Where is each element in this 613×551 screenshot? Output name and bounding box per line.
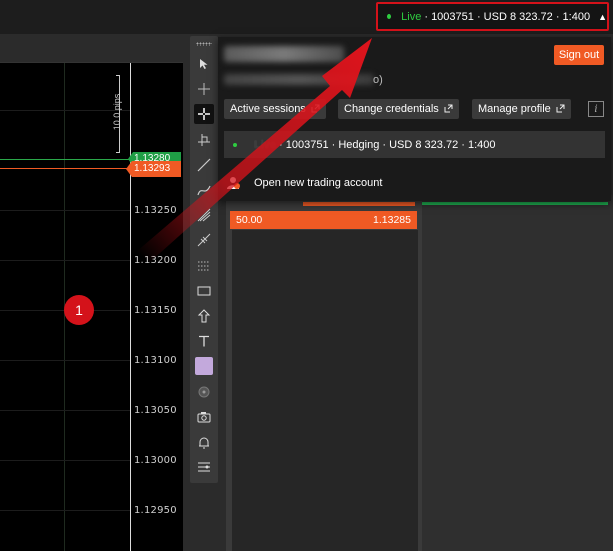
- open-new-account-link[interactable]: Open new trading account: [226, 174, 382, 192]
- move-icon[interactable]: [194, 104, 214, 124]
- color-swatch[interactable]: [195, 357, 213, 375]
- sell-depth-bar: [303, 202, 415, 206]
- active-sessions-label: Active sessions: [230, 103, 306, 115]
- account-selector[interactable]: Live · 1003751 · USD 8 323.72 · 1:400 ▲: [376, 2, 609, 31]
- manage-profile-button[interactable]: Manage profile: [472, 99, 571, 119]
- price-axis-label: 1.12950: [134, 505, 177, 516]
- bid-line: [0, 159, 130, 160]
- info-icon[interactable]: i: [588, 101, 604, 117]
- price-axis-label: 1.13100: [134, 355, 177, 366]
- pips-label: 10.0 pips: [112, 93, 122, 131]
- camera-icon[interactable]: [194, 407, 214, 427]
- text-icon[interactable]: [194, 331, 214, 351]
- ask-line: [0, 168, 130, 169]
- grid-line: [0, 360, 130, 361]
- fib-levels-icon[interactable]: [194, 256, 214, 276]
- toolbar-drag-handle[interactable]: [196, 42, 212, 46]
- change-credentials-button[interactable]: Change credentials: [338, 99, 459, 119]
- crosshair-measure-icon[interactable]: [194, 130, 214, 150]
- trendline-icon[interactable]: [194, 155, 214, 175]
- drawing-toolbar: [190, 36, 218, 483]
- crosshair-icon[interactable]: [194, 79, 214, 99]
- grid-line: [0, 460, 130, 461]
- ask-price-tag: 1.13293: [126, 161, 181, 177]
- account-details: · 1003751 · USD 8 323.72 · 1:400: [424, 10, 591, 23]
- live-status-dot: [387, 14, 392, 19]
- manage-profile-label: Manage profile: [478, 103, 551, 115]
- grid-line: [0, 110, 130, 111]
- open-new-account-label: Open new trading account: [254, 177, 383, 189]
- alert-icon[interactable]: [194, 433, 214, 453]
- external-link-icon: [444, 104, 453, 115]
- user-id-suffix: o): [373, 74, 383, 86]
- active-sessions-button[interactable]: Active sessions: [224, 99, 326, 119]
- price-chart[interactable]: 10.0 pips 1.13280 1.13293 1.13250 1.1320…: [0, 62, 183, 551]
- account-details: · 1003751 · Hedging · USD 8 323.72 · 1:4…: [279, 138, 496, 151]
- pitchfork-icon[interactable]: [194, 230, 214, 250]
- change-credentials-label: Change credentials: [344, 103, 439, 115]
- account-live-label: Live: [254, 138, 277, 151]
- positions-panel: [418, 195, 613, 551]
- grid-line: [0, 260, 130, 261]
- order-quantity: 50.00: [236, 214, 263, 226]
- price-axis-label: 1.13000: [134, 455, 177, 466]
- curve-icon[interactable]: [194, 180, 214, 200]
- live-status-dot: [233, 142, 237, 147]
- trading-account-row[interactable]: Live · 1003751 · Hedging · USD 8 323.72 …: [224, 131, 605, 158]
- rectangle-icon[interactable]: [194, 281, 214, 301]
- sign-out-button[interactable]: Sign out: [554, 45, 604, 65]
- step-number-badge: 1: [64, 295, 94, 325]
- buy-depth-bar: [422, 202, 608, 205]
- fibonacci-icon[interactable]: [194, 205, 214, 225]
- circle-icon[interactable]: [194, 382, 214, 402]
- price-axis-label: 1.13050: [134, 405, 177, 416]
- cursor-icon[interactable]: [194, 54, 214, 74]
- grid-line: [0, 410, 130, 411]
- price-axis-label: 1.13150: [134, 305, 177, 316]
- price-axis-line: [130, 63, 131, 551]
- shape-icon[interactable]: [194, 306, 214, 326]
- person-add-icon: [226, 176, 240, 190]
- top-bar: Live · 1003751 · USD 8 323.72 · 1:400 ▲: [0, 0, 613, 34]
- user-email-redacted: [224, 74, 374, 85]
- chevron-up-icon: ▲: [598, 11, 607, 22]
- order-price: 1.13285: [373, 214, 411, 226]
- account-live-label: Live: [401, 10, 422, 23]
- account-dropdown: o) Sign out Active sessions Change crede…: [218, 37, 611, 201]
- grid-line: [0, 510, 130, 511]
- settings-list-icon[interactable]: [194, 458, 214, 478]
- external-link-icon: [311, 104, 320, 115]
- order-row[interactable]: 50.00 1.13285: [230, 211, 417, 229]
- grid-line: [0, 210, 130, 211]
- trading-app: Live · 1003751 · USD 8 323.72 · 1:400 ▲ …: [0, 0, 613, 551]
- order-book-body: [232, 230, 422, 551]
- price-axis-label: 1.13250: [134, 205, 177, 216]
- price-axis-label: 1.13200: [134, 255, 177, 266]
- user-name-redacted: [224, 46, 344, 62]
- external-link-icon: [556, 104, 565, 115]
